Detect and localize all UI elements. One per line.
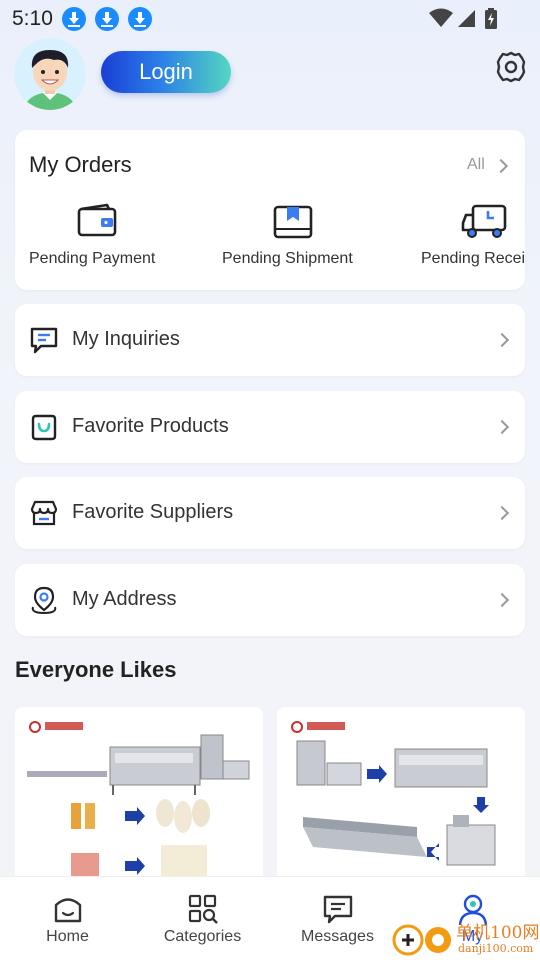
watermark-url: danji100.com [458, 942, 534, 955]
wifi-icon [429, 8, 453, 27]
categories-icon [188, 894, 218, 924]
my-inquiries-label: My Inquiries [72, 328, 180, 350]
bag-icon [31, 414, 57, 441]
store-icon [30, 500, 58, 526]
pending-payment-label[interactable]: Pending Payment [29, 250, 155, 268]
avatar-illustration [24, 50, 76, 110]
pending-receipt-label[interactable]: Pending Receipt [421, 250, 525, 268]
settings-icon[interactable] [494, 50, 528, 84]
truck-icon[interactable] [461, 203, 509, 241]
home-icon [54, 898, 81, 923]
status-time: 5:10 [12, 7, 53, 30]
my-address-row[interactable]: My Address [15, 564, 525, 636]
watermark-text: 单机100网 [456, 923, 540, 943]
battery-icon [485, 8, 497, 29]
signal-icon [458, 10, 475, 27]
nav-categories[interactable]: Categories [135, 877, 270, 960]
favorite-products-row[interactable]: Favorite Products [15, 391, 525, 463]
watermark-logo [392, 924, 451, 956]
pending-shipment-label[interactable]: Pending Shipment [222, 250, 353, 268]
chevron-right-icon [494, 592, 510, 608]
watermark: 单机100网 danji100.com [392, 916, 540, 960]
chevron-right-icon [494, 505, 510, 521]
messages-icon [323, 895, 352, 924]
location-icon [31, 586, 57, 615]
download-icon [95, 7, 119, 31]
everyone-likes-title: Everyone Likes [15, 657, 177, 682]
login-button[interactable]: Login [101, 51, 231, 93]
chevron-right-icon [494, 419, 510, 435]
wallet-icon[interactable] [77, 203, 117, 237]
orders-all-link[interactable]: All [467, 156, 485, 174]
status-bar: 5:10 [0, 0, 540, 36]
nav-messages-label: Messages [301, 928, 374, 945]
nav-home-label: Home [46, 928, 89, 945]
nav-messages[interactable]: Messages [270, 877, 405, 960]
download-icon [62, 7, 86, 31]
avatar[interactable] [14, 38, 86, 110]
nav-categories-label: Categories [163, 928, 242, 945]
favorite-suppliers-row[interactable]: Favorite Suppliers [15, 477, 525, 549]
favorite-suppliers-label: Favorite Suppliers [72, 501, 234, 523]
favorite-products-label: Favorite Products [72, 415, 229, 437]
message-icon [30, 327, 58, 354]
download-icon [128, 7, 152, 31]
chevron-right-icon [494, 332, 510, 348]
nav-home[interactable]: Home [0, 877, 135, 960]
chevron-right-icon [493, 158, 509, 174]
my-address-label: My Address [72, 588, 177, 610]
orders-title: My Orders [29, 152, 132, 177]
orders-card: My Orders All Pending Payment Pending Sh… [15, 130, 525, 290]
package-icon[interactable] [273, 203, 313, 239]
my-inquiries-row[interactable]: My Inquiries [15, 304, 525, 376]
